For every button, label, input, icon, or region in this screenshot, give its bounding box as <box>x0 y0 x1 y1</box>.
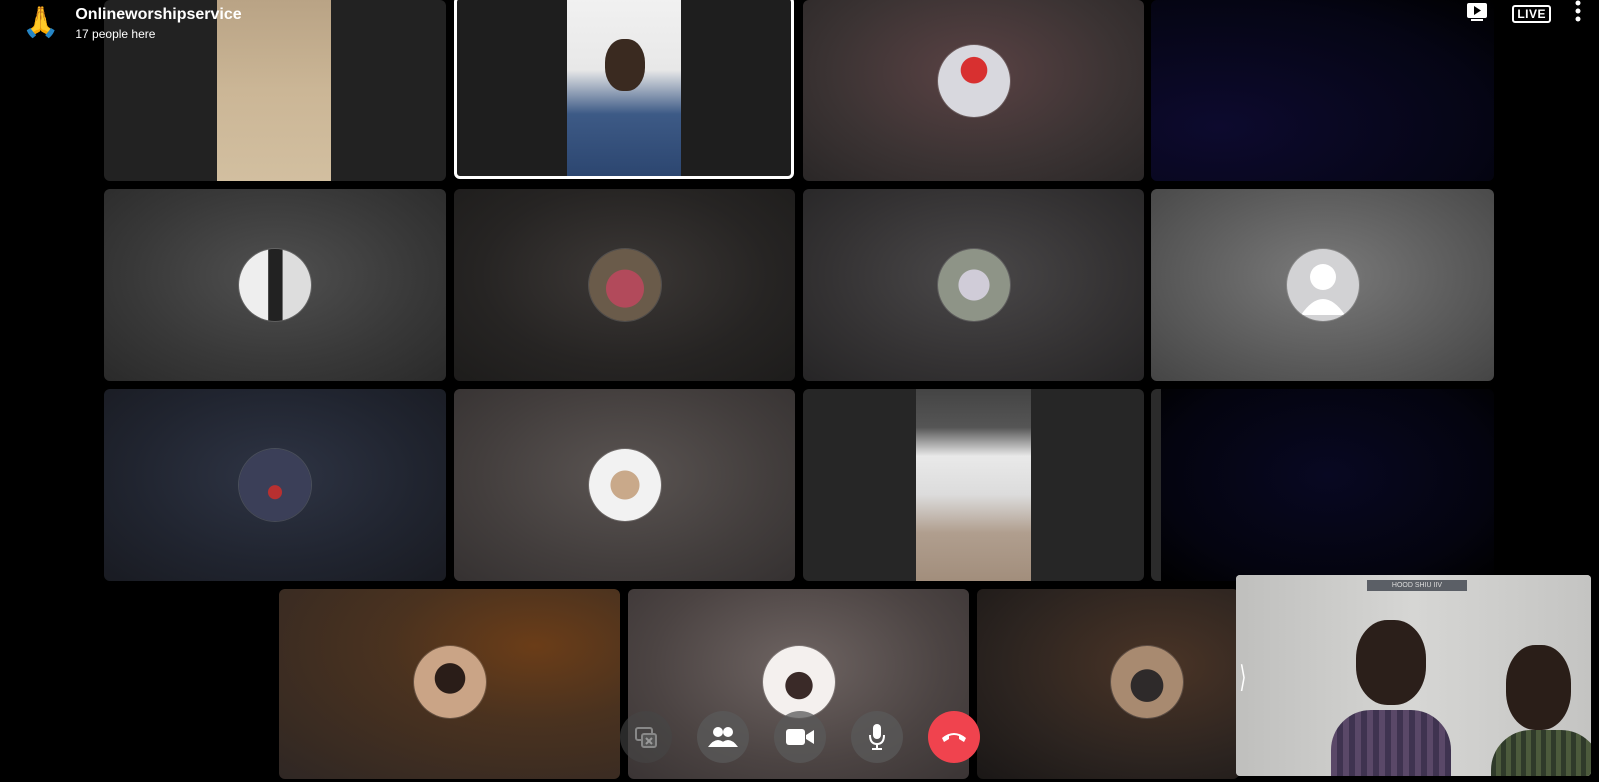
group-name: Onlineworshipservice <box>75 6 242 23</box>
participant-tile[interactable] <box>803 189 1144 381</box>
participant-video <box>567 0 681 176</box>
participant-avatar <box>239 449 311 521</box>
participant-tile-active-speaker[interactable] <box>454 0 794 179</box>
call-header: 🙏 Onlineworshipservice 17 people here <box>22 6 242 42</box>
end-call-button[interactable] <box>928 711 980 763</box>
participant-avatar <box>588 249 661 321</box>
live-button[interactable]: LIVE <box>1512 4 1551 23</box>
participant-tile[interactable] <box>803 389 1144 581</box>
participant-avatar <box>588 449 661 521</box>
participant-avatar <box>937 249 1010 321</box>
more-options-icon[interactable] <box>1575 0 1581 27</box>
participant-avatar <box>239 249 311 321</box>
next-page-button[interactable]: ⟩ <box>1239 660 1246 695</box>
participant-tile[interactable] <box>1151 189 1494 381</box>
participant-avatar <box>937 45 1010 118</box>
stop-screen-share-button[interactable] <box>620 711 672 763</box>
participant-avatar <box>413 646 486 719</box>
microphone-button[interactable] <box>851 711 903 763</box>
top-right-toolbar: LIVE <box>1466 0 1581 27</box>
call-controls <box>620 711 980 763</box>
participant-tile[interactable] <box>1151 0 1494 181</box>
participant-tile[interactable] <box>977 589 1239 779</box>
person-right <box>1491 645 1591 776</box>
participant-tile[interactable] <box>1151 389 1494 581</box>
door-nameplate: HOOD SHIU IIV <box>1367 580 1467 591</box>
participant-tile[interactable] <box>454 389 795 581</box>
participant-tile[interactable] <box>454 189 795 381</box>
default-avatar-icon <box>1286 249 1359 321</box>
participant-face <box>605 39 645 91</box>
camera-button[interactable] <box>774 711 826 763</box>
self-view-video[interactable]: HOOD SHIU IIV <box>1236 575 1591 776</box>
participant-count: 17 people here <box>75 27 156 41</box>
participant-avatar <box>762 646 835 719</box>
participant-video <box>916 389 1031 581</box>
play-icon[interactable] <box>1466 2 1488 27</box>
participant-tile[interactable] <box>104 389 446 581</box>
participant-avatar <box>1111 646 1183 719</box>
participant-tile[interactable] <box>803 0 1144 181</box>
person-left <box>1331 620 1451 776</box>
participant-tile[interactable] <box>279 589 620 779</box>
participant-tile[interactable] <box>104 189 446 381</box>
group-logo: 🙏 <box>22 6 60 39</box>
participants-button[interactable] <box>697 711 749 763</box>
